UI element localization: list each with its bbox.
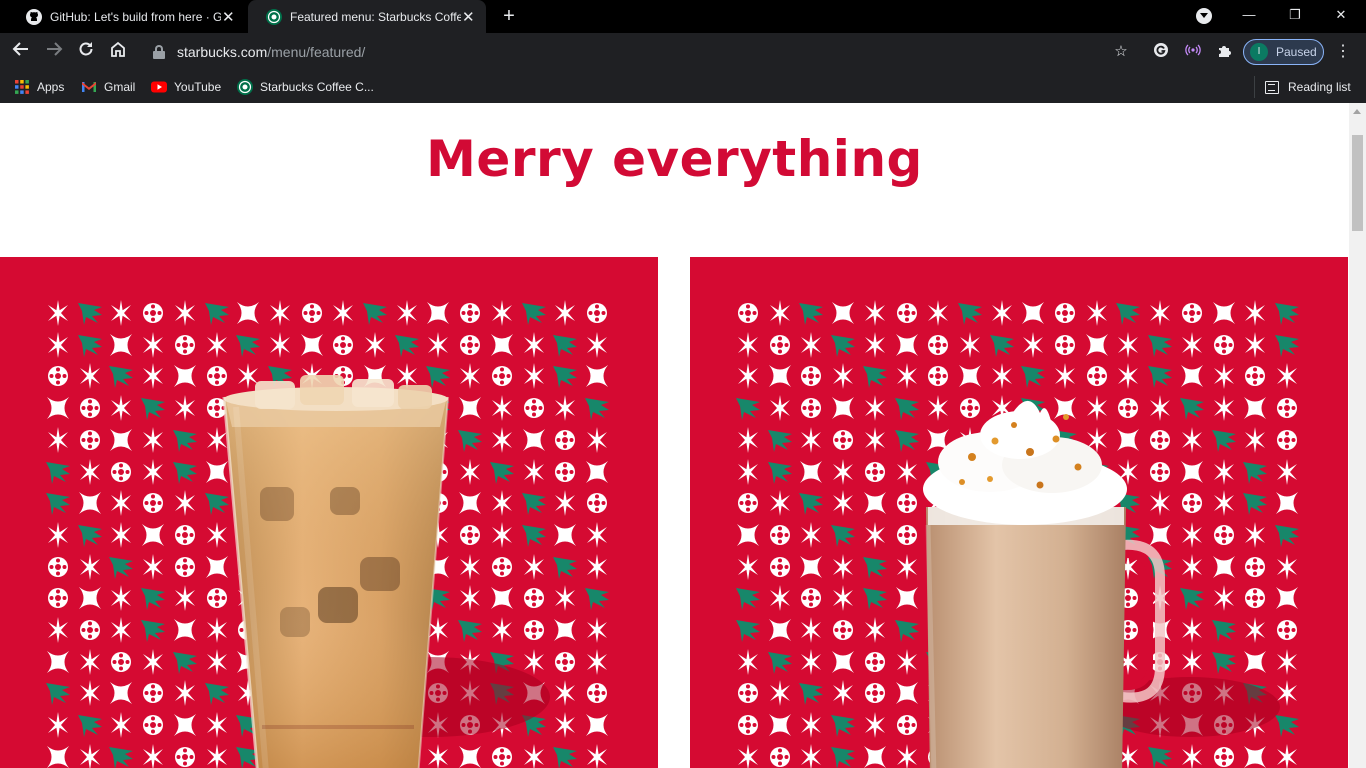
tab-title: Featured menu: Starbucks Coffee Company	[290, 9, 461, 24]
forward-arrow-icon	[47, 42, 63, 56]
bookmark-gmail[interactable]: Gmail	[81, 76, 135, 98]
more-menu-icon[interactable]: ⋮	[1333, 42, 1353, 62]
bookmark-label: Apps	[37, 80, 65, 94]
url-text: starbucks.com/menu/featured/	[177, 44, 365, 60]
profile-paused-button[interactable]: I Paused	[1243, 39, 1324, 65]
reading-list-icon	[1265, 80, 1279, 94]
apps-grid-icon	[15, 80, 29, 94]
starbucks-icon	[266, 8, 282, 25]
iced-drink-card[interactable]	[0, 257, 658, 768]
browser-toolbar: starbucks.com/menu/featured/ ☆ I Paused …	[0, 33, 1366, 71]
reading-list-label: Reading list	[1288, 80, 1351, 94]
extensions-puzzle-icon[interactable]	[1215, 42, 1235, 62]
minimize-button[interactable]: —	[1226, 0, 1272, 30]
home-button[interactable]	[106, 40, 130, 64]
hot-drink-card[interactable]	[690, 257, 1348, 768]
url-domain: starbucks.com	[177, 44, 268, 60]
tab-starbucks[interactable]: Featured menu: Starbucks Coffee Company …	[248, 0, 486, 33]
tab-strip: GitHub: Let's build from here · GitHub ✕…	[0, 0, 1366, 33]
scroll-up-arrow-icon[interactable]	[1353, 109, 1361, 114]
page-viewport: Merry everything	[0, 103, 1349, 768]
reading-list-button[interactable]: Reading list	[1254, 76, 1351, 98]
gmail-icon	[82, 82, 96, 92]
github-icon	[26, 8, 42, 25]
tab-search-icon[interactable]	[1196, 8, 1212, 24]
bookmarks-bar: Apps Gmail YouTube Starbucks Coffee C...…	[0, 71, 1366, 103]
bookmark-starbucks[interactable]: Starbucks Coffee C...	[237, 76, 374, 98]
home-icon	[111, 41, 125, 57]
starbucks-icon	[237, 79, 253, 95]
grammarly-icon[interactable]	[1151, 42, 1171, 62]
forward-button[interactable]	[42, 40, 66, 64]
scrollbar-thumb[interactable]	[1352, 135, 1363, 231]
new-tab-button[interactable]: +	[498, 5, 520, 27]
url-path: /menu/featured/	[267, 44, 366, 60]
bookmark-label: Starbucks Coffee C...	[260, 80, 374, 94]
reload-icon	[79, 42, 93, 56]
page-scrollbar[interactable]	[1349, 103, 1366, 768]
iced-latte-image	[222, 375, 550, 768]
youtube-icon	[151, 81, 167, 93]
tab-title: GitHub: Let's build from here · GitHub	[50, 9, 221, 24]
reload-button[interactable]	[74, 40, 98, 64]
page-title: Merry everything	[426, 130, 923, 188]
bookmark-star-icon[interactable]: ☆	[1111, 42, 1131, 62]
restore-button[interactable]: ❐	[1272, 0, 1318, 30]
avatar: I	[1250, 43, 1268, 61]
back-arrow-icon	[12, 42, 28, 56]
whipped-cream-mug-image	[923, 400, 1280, 768]
bookmark-label: YouTube	[174, 80, 222, 94]
address-bar[interactable]: starbucks.com/menu/featured/	[140, 37, 1100, 67]
tab-github[interactable]: GitHub: Let's build from here · GitHub ✕	[8, 0, 246, 33]
profile-status: Paused	[1276, 45, 1317, 59]
bookmark-youtube[interactable]: YouTube	[151, 76, 221, 98]
bookmark-label: Gmail	[104, 80, 136, 94]
lock-icon[interactable]	[153, 45, 165, 59]
cast-extension-icon[interactable]	[1183, 42, 1203, 62]
close-tab-icon[interactable]: ✕	[221, 8, 236, 26]
close-tab-icon[interactable]: ✕	[461, 8, 476, 26]
bookmark-apps[interactable]: Apps	[14, 76, 64, 98]
close-window-button[interactable]: ✕	[1318, 0, 1364, 30]
back-button[interactable]	[9, 40, 33, 64]
